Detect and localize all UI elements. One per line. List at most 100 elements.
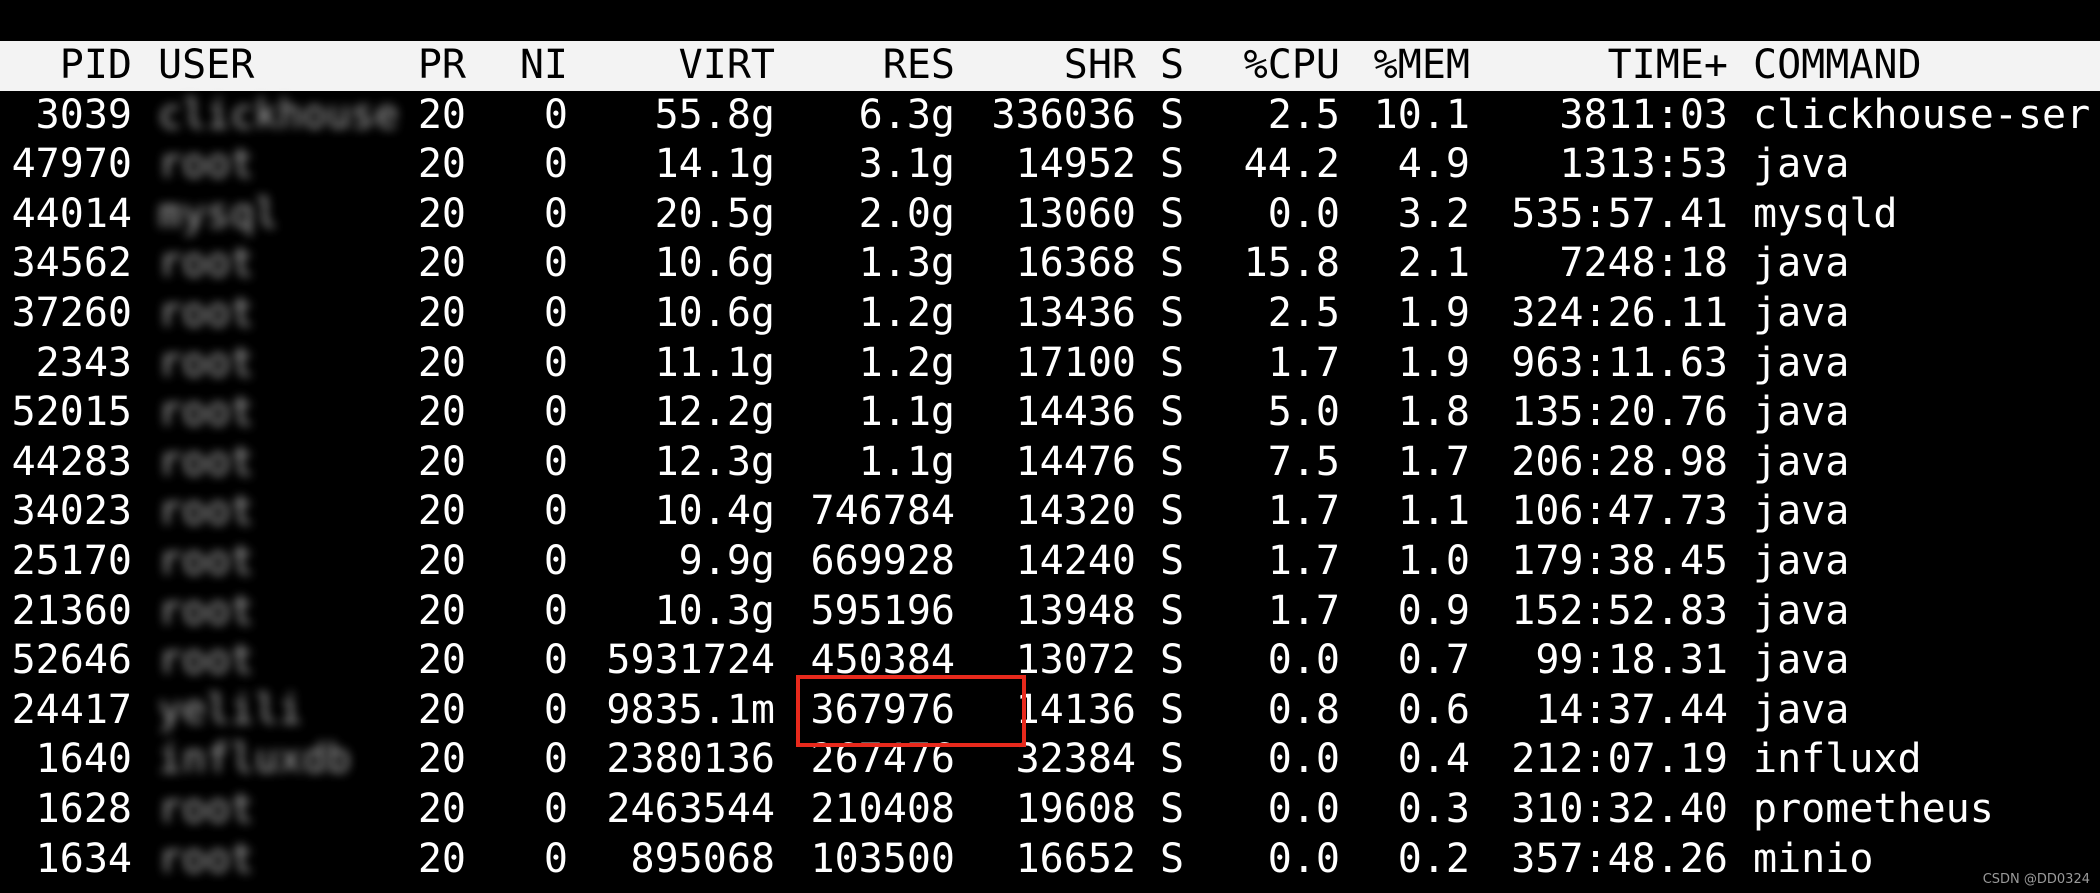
res-cell: 595196 [810, 587, 956, 634]
pid-cell: 44014 [11, 190, 132, 237]
header-shr[interactable]: SHR [960, 41, 1136, 91]
process-row[interactable]: 44283 root 20 0 12.3g 1.1g 14476 S 7.5 1.7 206:28.… [0, 438, 2100, 488]
command-cell: java [1753, 141, 1850, 188]
process-row[interactable]: 2343 root 20 0 11.1g 1.2g 17100 S 1.7 1.9 963:11.6… [0, 339, 2100, 389]
res-cell: 1.3g [858, 240, 955, 287]
header-virt[interactable]: VIRT [575, 41, 775, 91]
time-cell: 212:07.19 [1511, 736, 1728, 783]
process-row[interactable]: 37260 root 20 0 10.6g 1.2g 13436 S 2.5 1.9 324:26.… [0, 289, 2100, 339]
pid-cell: 44283 [11, 438, 132, 485]
time-cell: 324:26.11 [1511, 290, 1728, 336]
shr-cell: 19608 [1015, 786, 1136, 832]
state-cell: S [1160, 190, 1185, 237]
res-cell: 1.2g [858, 339, 955, 386]
cpu-cell: 0.0 [1267, 190, 1340, 237]
user-cell: root [158, 240, 255, 287]
time-cell: 179:38.45 [1511, 538, 1728, 584]
state-cell: S [1160, 91, 1185, 138]
user-cell: root [158, 538, 255, 584]
user-cell: root [158, 290, 255, 336]
time-cell: 135:20.76 [1511, 389, 1728, 436]
pid-cell: 34562 [11, 240, 132, 287]
header-state[interactable]: S [1160, 41, 1190, 91]
virt-cell: 9835.1m [606, 686, 775, 733]
user-cell: root [158, 438, 255, 485]
res-cell: 746784 [810, 488, 956, 535]
virt-cell: 10.6g [654, 290, 775, 336]
pid-cell: 1640 [35, 736, 132, 783]
nice-cell: 0 [543, 389, 568, 436]
state-cell: S [1160, 587, 1185, 634]
cpu-cell: 1.7 [1267, 587, 1340, 634]
priority-cell: 20 [417, 240, 466, 287]
user-cell: root [158, 637, 255, 684]
virt-cell: 10.6g [654, 240, 775, 287]
shr-cell: 16652 [1015, 835, 1136, 882]
nice-cell: 0 [543, 835, 568, 882]
state-cell: S [1160, 290, 1185, 336]
command-cell: java [1753, 290, 1850, 336]
process-row[interactable]: 3039 clickhouse 20 0 55.8g 6.3g 336036 S 2.5 10.1… [0, 91, 2100, 141]
res-cell: 1.1g [858, 389, 955, 436]
process-row[interactable]: 24417 yelili 20 0 9835.1m 367976 14136 S 0.8 0.6 1… [0, 686, 2100, 736]
virt-cell: 10.4g [654, 488, 775, 535]
pid-cell: 21360 [11, 587, 132, 634]
cpu-cell: 0.0 [1267, 637, 1340, 684]
command-cell: java [1753, 686, 1850, 733]
shr-cell: 13948 [1015, 587, 1136, 634]
command-cell: java [1753, 389, 1850, 436]
time-cell: 535:57.41 [1511, 190, 1728, 237]
header-mem[interactable]: %MEM [1350, 41, 1470, 91]
process-row[interactable]: 52015 root 20 0 12.2g 1.1g 14436 S 5.0 1.8 135:20.… [0, 388, 2100, 438]
header-res[interactable]: RES [780, 41, 955, 91]
state-cell: S [1160, 240, 1185, 287]
virt-cell: 11.1g [654, 339, 775, 386]
cpu-cell: 44.2 [1243, 141, 1340, 188]
process-row[interactable]: 25170 root 20 0 9.9g 669928 14240 S 1.7 1.0 179:38… [0, 537, 2100, 587]
user-cell: clickhouse [158, 91, 399, 138]
mem-cell: 2.1 [1397, 240, 1470, 287]
process-row[interactable]: 34023 root 20 0 10.4g 746784 14320 S 1.7 1.1 106:4… [0, 487, 2100, 537]
user-cell: root [158, 339, 255, 386]
process-row[interactable]: 1628 root 20 0 2463544 210408 19608 S 0.0 0.3 310:… [0, 785, 2100, 835]
priority-cell: 20 [417, 835, 466, 882]
virt-cell: 20.5g [654, 190, 775, 237]
nice-cell: 0 [543, 438, 568, 485]
mem-cell: 1.0 [1397, 538, 1470, 584]
header-pr[interactable]: PR [380, 41, 466, 91]
shr-cell: 14240 [1015, 538, 1136, 584]
pid-cell: 52646 [11, 637, 132, 684]
state-cell: S [1160, 339, 1185, 386]
header-cpu[interactable]: %CPU [1200, 41, 1340, 91]
process-row[interactable]: 44014 mysql 20 0 20.5g 2.0g 13060 S 0.0 3.2 535:57… [0, 190, 2100, 240]
header-user[interactable]: USER [158, 41, 398, 91]
header-ni[interactable]: NI [470, 41, 568, 91]
nice-cell: 0 [543, 290, 568, 336]
cpu-cell: 7.5 [1267, 438, 1340, 485]
process-row[interactable]: 1640 influxdb 20 0 2380136 267476 32384 S 0.0 0.4… [0, 735, 2100, 785]
header-time[interactable]: TIME+ [1470, 41, 1728, 91]
process-row[interactable]: 47970 root 20 0 14.1g 3.1g 14952 S 44.2 4.9 1313:5… [0, 140, 2100, 190]
pid-cell: 37260 [11, 290, 132, 336]
priority-cell: 20 [417, 290, 466, 336]
process-row[interactable]: 21360 root 20 0 10.3g 595196 13948 S 1.7 0.9 152:5… [0, 587, 2100, 637]
user-cell: root [158, 141, 255, 188]
priority-cell: 20 [417, 538, 466, 584]
pid-cell: 2343 [35, 339, 132, 386]
process-row[interactable]: 52646 root 20 0 5931724 450384 13072 S 0.0 0.7 99:… [0, 636, 2100, 686]
time-cell: 99:18.31 [1535, 637, 1728, 684]
process-row[interactable]: 1634 root 20 0 895068 103500 16652 S 0.0 0.2 357:4… [0, 835, 2100, 885]
shr-cell: 14952 [1015, 141, 1136, 188]
process-row[interactable]: 34562 root 20 0 10.6g 1.3g 16368 S 15.8 2.1 7248:1… [0, 239, 2100, 289]
header-pid[interactable]: PID [0, 41, 132, 91]
header-command[interactable]: COMMAND [1753, 41, 2100, 91]
cpu-cell: 5.0 [1267, 389, 1340, 436]
cpu-cell: 1.7 [1267, 339, 1340, 386]
time-cell: 357:48.26 [1511, 835, 1728, 882]
cpu-cell: 0.0 [1267, 736, 1340, 783]
priority-cell: 20 [417, 786, 466, 832]
time-cell: 963:11.63 [1511, 339, 1728, 386]
virt-cell: 5931724 [606, 637, 775, 684]
time-cell: 14:37.44 [1535, 686, 1728, 733]
virt-cell: 14.1g [654, 141, 775, 188]
